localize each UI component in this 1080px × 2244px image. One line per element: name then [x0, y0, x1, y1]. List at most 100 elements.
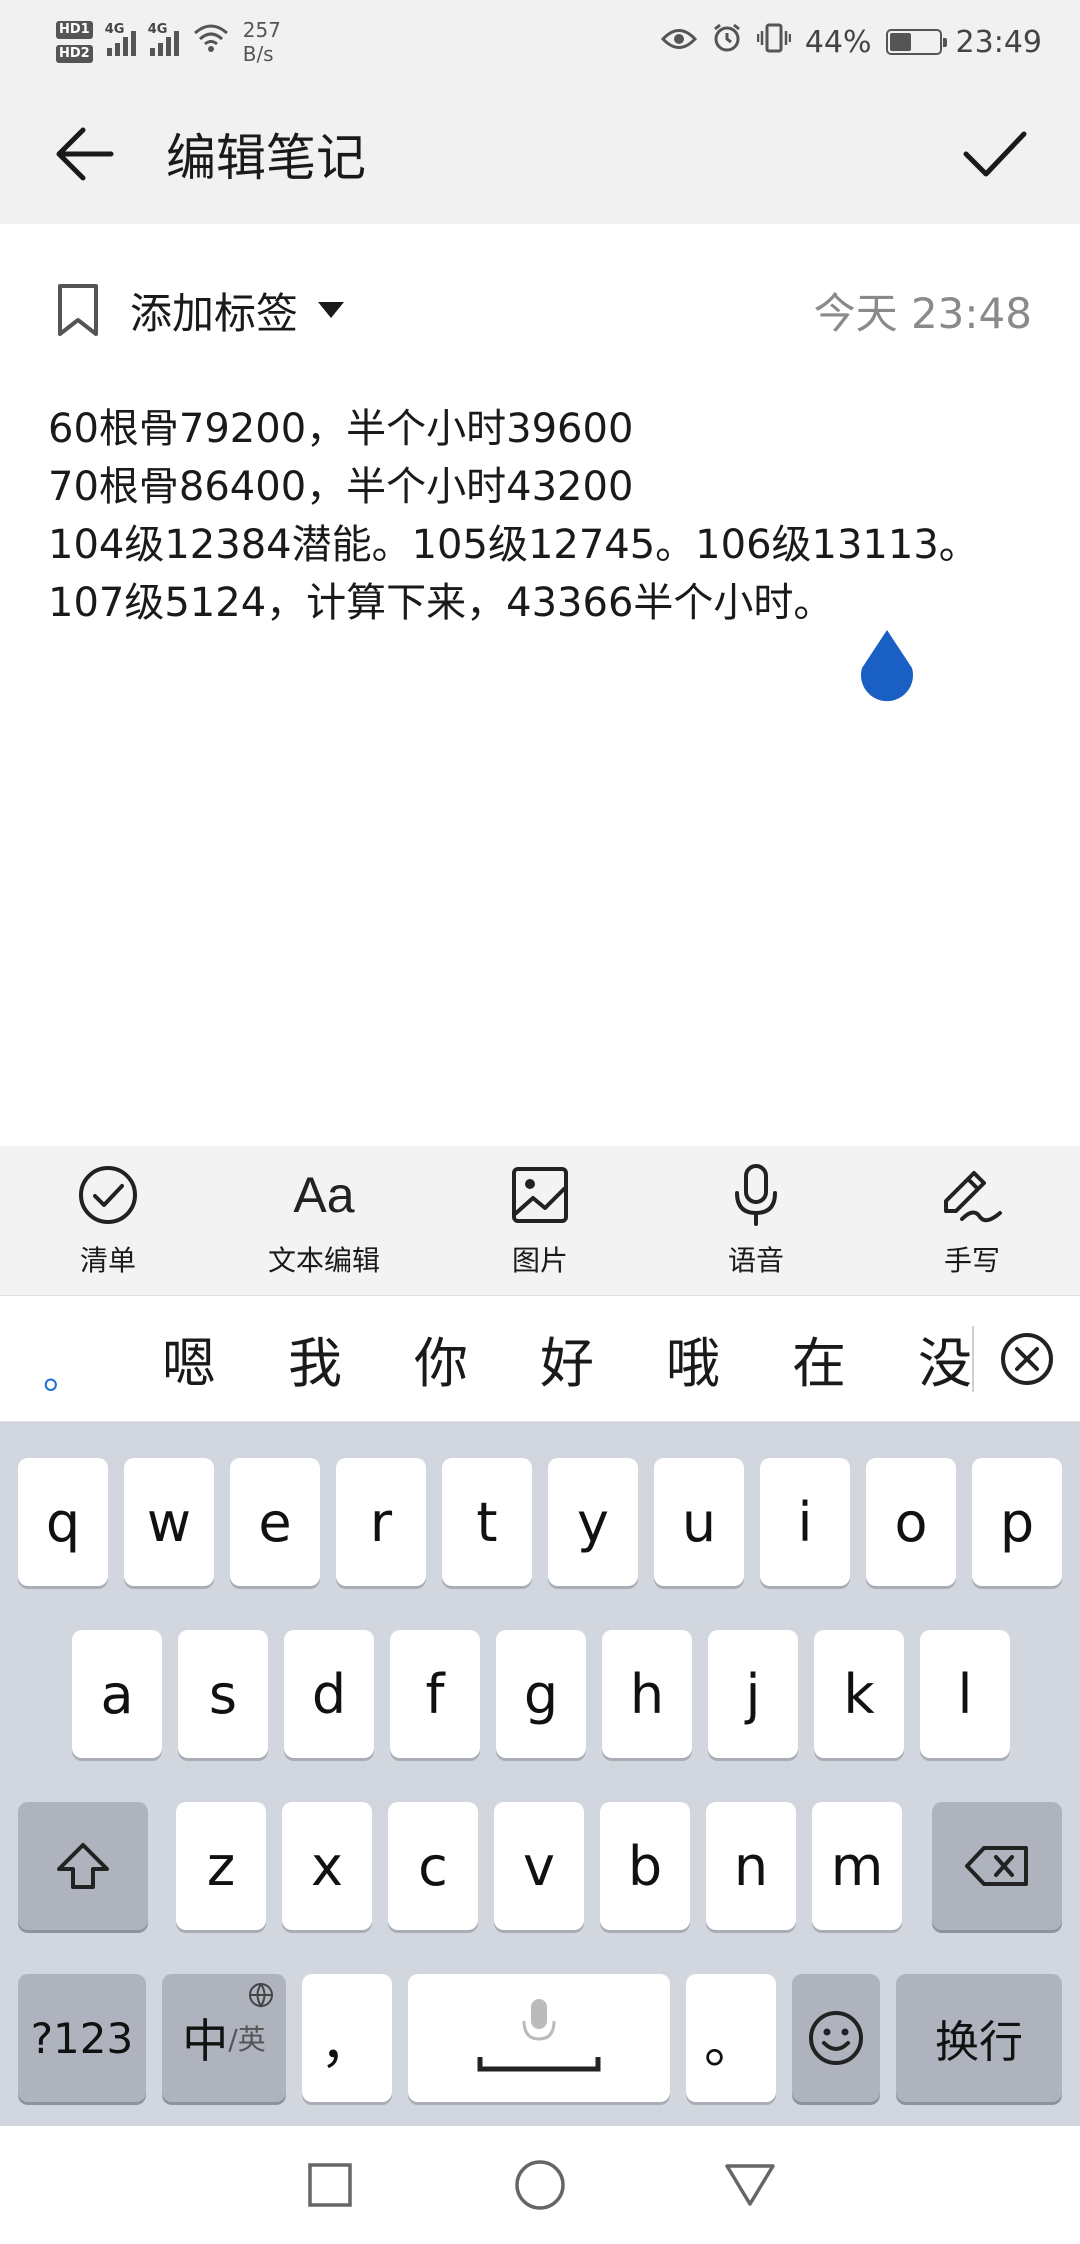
- comma-key[interactable]: ，: [302, 1974, 392, 2102]
- candidate-item[interactable]: 好: [504, 1319, 630, 1398]
- status-right: 44% 23:49: [660, 22, 1042, 62]
- caret-down-icon: [318, 302, 345, 318]
- key-u[interactable]: u: [654, 1458, 744, 1586]
- battery-icon: [885, 29, 947, 55]
- candidate-item[interactable]: 你: [378, 1319, 504, 1398]
- checklist-icon: [77, 1163, 139, 1227]
- key-v[interactable]: v: [494, 1802, 584, 1930]
- note-text-area[interactable]: 60根骨79200，半个小时39600 70根骨86400，半个小时43200 …: [48, 400, 1038, 632]
- globe-icon: [249, 1983, 273, 2008]
- key-c[interactable]: c: [388, 1802, 478, 1930]
- format-toolbar: 清单 Aa 文本编辑 图片 语音 手写: [0, 1146, 1080, 1296]
- vibrate-icon: [756, 22, 792, 62]
- key-y[interactable]: y: [548, 1458, 638, 1586]
- handwriting-button[interactable]: 手写: [864, 1146, 1080, 1295]
- candidate-item[interactable]: 没: [882, 1319, 974, 1398]
- key-e[interactable]: e: [230, 1458, 320, 1586]
- add-tag-label: 添加标签: [130, 288, 299, 338]
- backspace-key[interactable]: [932, 1802, 1062, 1930]
- status-left: HD1 HD2 4G 4G 257 B/s: [56, 18, 281, 66]
- key-b[interactable]: b: [600, 1802, 690, 1930]
- key-i[interactable]: i: [760, 1458, 850, 1586]
- close-circle-icon: [1001, 1332, 1053, 1385]
- recents-button[interactable]: [300, 2155, 360, 2215]
- page-title: 编辑笔记: [166, 129, 366, 187]
- candidate-item[interactable]: 我: [252, 1319, 378, 1398]
- emoji-key[interactable]: [792, 1974, 880, 2102]
- key-q[interactable]: q: [18, 1458, 108, 1586]
- candidate-item[interactable]: 在: [756, 1319, 882, 1398]
- key-x[interactable]: x: [282, 1802, 372, 1930]
- note-timestamp: 今天 23:48: [813, 288, 1032, 338]
- key-g[interactable]: g: [496, 1630, 586, 1758]
- key-m[interactable]: m: [812, 1802, 902, 1930]
- key-n[interactable]: n: [706, 1802, 796, 1930]
- note-line: 70根骨86400，半个小时43200: [48, 464, 634, 510]
- status-time: 23:49: [955, 24, 1042, 60]
- key-r[interactable]: r: [336, 1458, 426, 1586]
- save-button[interactable]: [950, 109, 1040, 199]
- checklist-button[interactable]: 清单: [0, 1146, 216, 1295]
- key-l[interactable]: l: [920, 1630, 1010, 1758]
- language-switch-key[interactable]: 中/英: [162, 1974, 286, 2102]
- shift-arrow-icon: [57, 1843, 109, 1889]
- key-k[interactable]: k: [814, 1630, 904, 1758]
- status-bar: HD1 HD2 4G 4G 257 B/s 44% 23:49: [0, 0, 1080, 84]
- voice-button[interactable]: 语音: [648, 1146, 864, 1295]
- hd1-badge: HD1: [56, 21, 93, 39]
- text-edit-icon: Aa: [293, 1166, 355, 1223]
- backspace-icon: [965, 1846, 1028, 1886]
- back-button[interactable]: [40, 109, 130, 199]
- checkmark-icon: [963, 131, 1027, 177]
- space-key[interactable]: [408, 1974, 670, 2102]
- signal-2-icon: 4G: [148, 22, 179, 56]
- note-line: 107级5124，计算下来，43366半个小时。: [48, 580, 834, 626]
- collapse-keyboard-button[interactable]: [974, 1296, 1080, 1422]
- square-icon: [308, 2163, 352, 2207]
- app-bar: 编辑笔记: [0, 84, 1080, 224]
- key-s[interactable]: s: [178, 1630, 268, 1758]
- enter-key[interactable]: 换行: [896, 1974, 1062, 2102]
- key-d[interactable]: d: [284, 1630, 374, 1758]
- image-button[interactable]: 图片: [432, 1146, 648, 1295]
- add-tag-button[interactable]: 添加标签: [56, 280, 346, 341]
- microphone-icon: [732, 1163, 780, 1227]
- key-z[interactable]: z: [176, 1802, 266, 1930]
- key-h[interactable]: h: [602, 1630, 692, 1758]
- triangle-back-icon: [725, 2164, 775, 2206]
- key-j[interactable]: j: [708, 1630, 798, 1758]
- key-a[interactable]: a: [72, 1630, 162, 1758]
- key-o[interactable]: o: [866, 1458, 956, 1586]
- candidate-item[interactable]: 嗯: [126, 1319, 252, 1398]
- period-key[interactable]: 。: [686, 1974, 776, 2102]
- battery-percent: 44%: [804, 24, 872, 60]
- soft-keyboard: ?123 中/英 ， 。 换行 qwertyuiop asdfghjkl zxcvb…: [0, 1422, 1080, 2126]
- emoji-icon: [809, 2011, 863, 2065]
- system-nav-bar: [0, 2126, 1080, 2244]
- key-t[interactable]: t: [442, 1458, 532, 1586]
- numbers-key[interactable]: ?123: [18, 1974, 146, 2102]
- key-f[interactable]: f: [390, 1630, 480, 1758]
- alarm-icon: [711, 22, 743, 62]
- shift-key[interactable]: [18, 1802, 148, 1930]
- arrow-left-icon: [56, 127, 114, 181]
- candidate-item[interactable]: 哦: [630, 1319, 756, 1398]
- home-button[interactable]: [510, 2155, 570, 2215]
- back-nav-button[interactable]: [720, 2155, 780, 2215]
- key-p[interactable]: p: [972, 1458, 1062, 1586]
- key-w[interactable]: w: [124, 1458, 214, 1586]
- text-edit-button[interactable]: Aa 文本编辑: [216, 1146, 432, 1295]
- note-line: 60根骨79200，半个小时39600: [48, 406, 634, 452]
- circle-icon: [515, 2160, 565, 2210]
- space-mic-icon: [477, 1999, 601, 2072]
- bookmark-icon: [58, 284, 98, 336]
- language-main-label: 中: [182, 2014, 229, 2068]
- text-cursor-handle-icon[interactable]: [856, 628, 918, 702]
- wifi-icon: [193, 23, 229, 61]
- hd-indicators: HD1 HD2: [56, 21, 93, 63]
- note-meta-row: 添加标签 今天 23:48: [0, 250, 1080, 370]
- eye-icon: [660, 25, 697, 60]
- handwriting-icon: [940, 1163, 1004, 1227]
- candidate-punctuation[interactable]: 。: [0, 1296, 126, 1422]
- language-sub-label: /英: [228, 2023, 266, 2056]
